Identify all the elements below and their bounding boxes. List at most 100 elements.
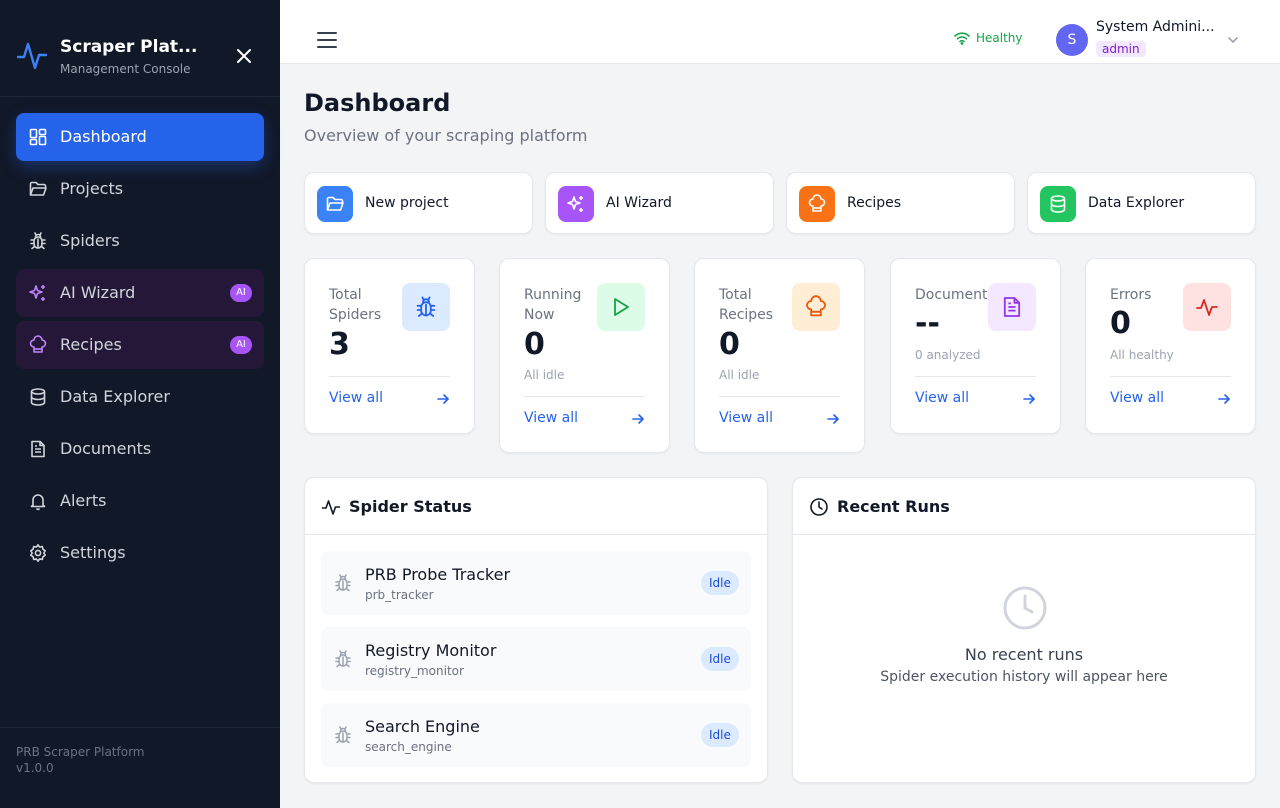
spider-row[interactable]: PRB Probe Tracker prb_tracker Idle	[321, 551, 751, 615]
arrow-right-icon[interactable]	[1022, 392, 1036, 406]
status-badge: Idle	[701, 571, 739, 595]
ai-badge: AI	[230, 336, 252, 354]
sidebar-item-recipes[interactable]: Recipes AI	[16, 321, 264, 369]
stat-note: All idle	[524, 368, 565, 382]
stat-card-documents: Documents -- 0 analyzed View all	[890, 258, 1061, 434]
page-subtitle: Overview of your scraping platform	[304, 126, 588, 145]
chevron-down-icon[interactable]	[1226, 33, 1240, 47]
spider-slug: registry_monitor	[365, 664, 464, 678]
quick-action-data-explorer[interactable]: Data Explorer	[1027, 172, 1256, 234]
clock-icon	[810, 498, 828, 516]
empty-state-subtitle: Spider execution history will appear her…	[880, 669, 1168, 685]
bug-icon	[335, 650, 351, 668]
sidebar-item-label: Alerts	[60, 491, 107, 510]
stat-value: 0	[524, 327, 545, 362]
avatar[interactable]: S	[1056, 24, 1088, 56]
file-text-icon	[31, 440, 45, 458]
quick-action-new-project[interactable]: New project	[304, 172, 533, 234]
database-icon	[1040, 186, 1076, 222]
hamburger-menu-icon[interactable]	[316, 29, 338, 51]
sidebar-item-settings[interactable]: Settings	[16, 529, 264, 577]
stat-note: 0 analyzed	[915, 348, 981, 362]
arrow-right-icon[interactable]	[436, 392, 450, 406]
stat-divider	[915, 376, 1036, 377]
sidebar-item-documents[interactable]: Documents	[16, 425, 264, 473]
pulse-logo-icon	[16, 42, 48, 70]
quick-action-label: Recipes	[847, 195, 902, 211]
stat-label: Running Now	[524, 287, 582, 323]
view-all-link[interactable]: View all	[329, 390, 383, 406]
folder-open-icon	[317, 186, 353, 222]
empty-state-title: No recent runs	[964, 645, 1084, 664]
sidebar-item-label: Projects	[60, 179, 124, 198]
sparkles-icon	[558, 186, 594, 222]
sidebar-footer: PRB Scraper Platform v1.0.0	[0, 727, 280, 808]
user-name[interactable]: System Admini...	[1096, 19, 1215, 35]
status-badge: Idle	[701, 647, 739, 671]
quick-action-label: Data Explorer	[1088, 195, 1185, 211]
health-label: Healthy	[976, 31, 1023, 45]
spider-row[interactable]: Registry Monitor registry_monitor Idle	[321, 627, 751, 691]
sidebar-item-projects[interactable]: Projects	[16, 165, 264, 213]
grid-icon	[29, 128, 47, 146]
top-bar: Healthy S System Admini... admin	[280, 0, 1280, 64]
spider-row[interactable]: Search Engine search_engine Idle	[321, 703, 751, 767]
activity-icon	[1183, 283, 1231, 331]
user-role-badge: admin	[1096, 41, 1146, 57]
quick-action-recipes[interactable]: Recipes	[786, 172, 1015, 234]
quick-action-label: AI Wizard	[606, 195, 672, 211]
stat-card-errors: Errors 0 All healthy View all	[1085, 258, 1256, 434]
stat-divider	[719, 396, 840, 397]
quick-action-ai-wizard[interactable]: AI Wizard	[545, 172, 774, 234]
database-icon	[30, 388, 46, 406]
stat-note: All healthy	[1110, 348, 1174, 362]
stat-label: Total Spiders	[329, 287, 382, 323]
ai-badge: AI	[230, 284, 252, 302]
panel-header: Recent Runs	[793, 478, 1255, 535]
brand-title: Scraper Plat...	[60, 37, 198, 57]
bell-icon	[30, 494, 46, 511]
sidebar-item-label: Data Explorer	[60, 387, 170, 406]
arrow-right-icon[interactable]	[631, 412, 645, 426]
panel-header: Spider Status	[305, 478, 767, 535]
stat-card-running-now: Running Now 0 All idle View all	[499, 258, 670, 453]
arrow-right-icon[interactable]	[1217, 392, 1231, 406]
view-all-link[interactable]: View all	[524, 410, 578, 426]
folder-open-icon	[29, 181, 47, 196]
sidebar-item-dashboard[interactable]: Dashboard	[16, 113, 264, 161]
recent-runs-panel: Recent Runs No recent runs Spider execut…	[792, 477, 1256, 783]
activity-icon	[321, 500, 341, 515]
stat-value: 0	[719, 327, 740, 362]
sparkles-icon	[29, 285, 45, 301]
sidebar-item-label: Spiders	[60, 231, 120, 250]
sidebar-item-data-explorer[interactable]: Data Explorer	[16, 373, 264, 421]
stat-divider	[524, 396, 645, 397]
spider-slug: search_engine	[365, 740, 452, 754]
panel-title: Spider Status	[349, 497, 472, 516]
stat-label: Errors	[1110, 287, 1152, 303]
stat-card-total-recipes: Total Recipes 0 All idle View all	[694, 258, 865, 453]
spider-status-panel: Spider Status PRB Probe Tracker prb_trac…	[304, 477, 768, 783]
stat-divider	[1110, 376, 1231, 377]
view-all-link[interactable]: View all	[1110, 390, 1164, 406]
close-sidebar-icon[interactable]	[234, 46, 254, 66]
sidebar-item-alerts[interactable]: Alerts	[16, 477, 264, 525]
view-all-link[interactable]: View all	[719, 410, 773, 426]
sidebar-item-ai-wizard[interactable]: AI Wizard AI	[16, 269, 264, 317]
sidebar-item-spiders[interactable]: Spiders	[16, 217, 264, 265]
stat-value: 3	[329, 327, 350, 362]
status-badge: Idle	[701, 723, 739, 747]
view-all-link[interactable]: View all	[915, 390, 969, 406]
stat-label: Total Recipes	[719, 287, 774, 323]
gear-icon	[30, 544, 46, 562]
footer-app-name: PRB Scraper Platform	[16, 745, 145, 759]
stat-note: All idle	[719, 368, 760, 382]
sidebar-item-label: Documents	[60, 439, 152, 458]
brand-subtitle: Management Console	[60, 62, 191, 76]
file-text-icon	[988, 283, 1036, 331]
bug-icon	[335, 726, 351, 744]
spider-slug: prb_tracker	[365, 588, 434, 602]
spider-name: Search Engine	[365, 717, 480, 736]
sidebar-brand: Scraper Plat... Management Console	[0, 0, 280, 97]
arrow-right-icon[interactable]	[826, 412, 840, 426]
